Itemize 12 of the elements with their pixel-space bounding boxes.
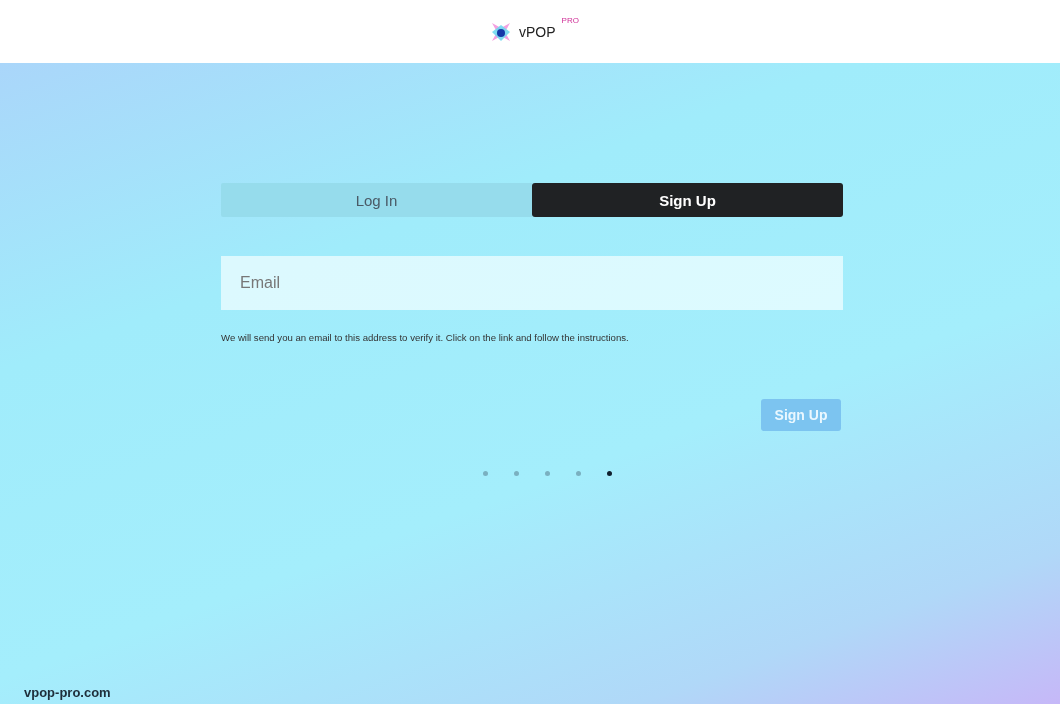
- hint-text: We will send you an email to this address to verify it. Click on the link and follow the instructions.: [221, 332, 630, 343]
- pager-dot[interactable]: [482, 471, 488, 476]
- pager-dot[interactable]: [606, 471, 612, 476]
- pager-dot[interactable]: [544, 471, 550, 476]
- auth-tab[interactable]: Sign Up: [532, 183, 843, 217]
- brand-name: vPOP: [519, 23, 556, 40]
- pager-dot[interactable]: [575, 471, 581, 476]
- pager-dot[interactable]: [513, 471, 519, 476]
- email-field[interactable]: Email: [221, 256, 843, 310]
- auth-tab[interactable]: Log In: [221, 183, 532, 217]
- site-url: vpop-pro.com: [24, 685, 111, 700]
- pro-label: PRO: [561, 15, 579, 25]
